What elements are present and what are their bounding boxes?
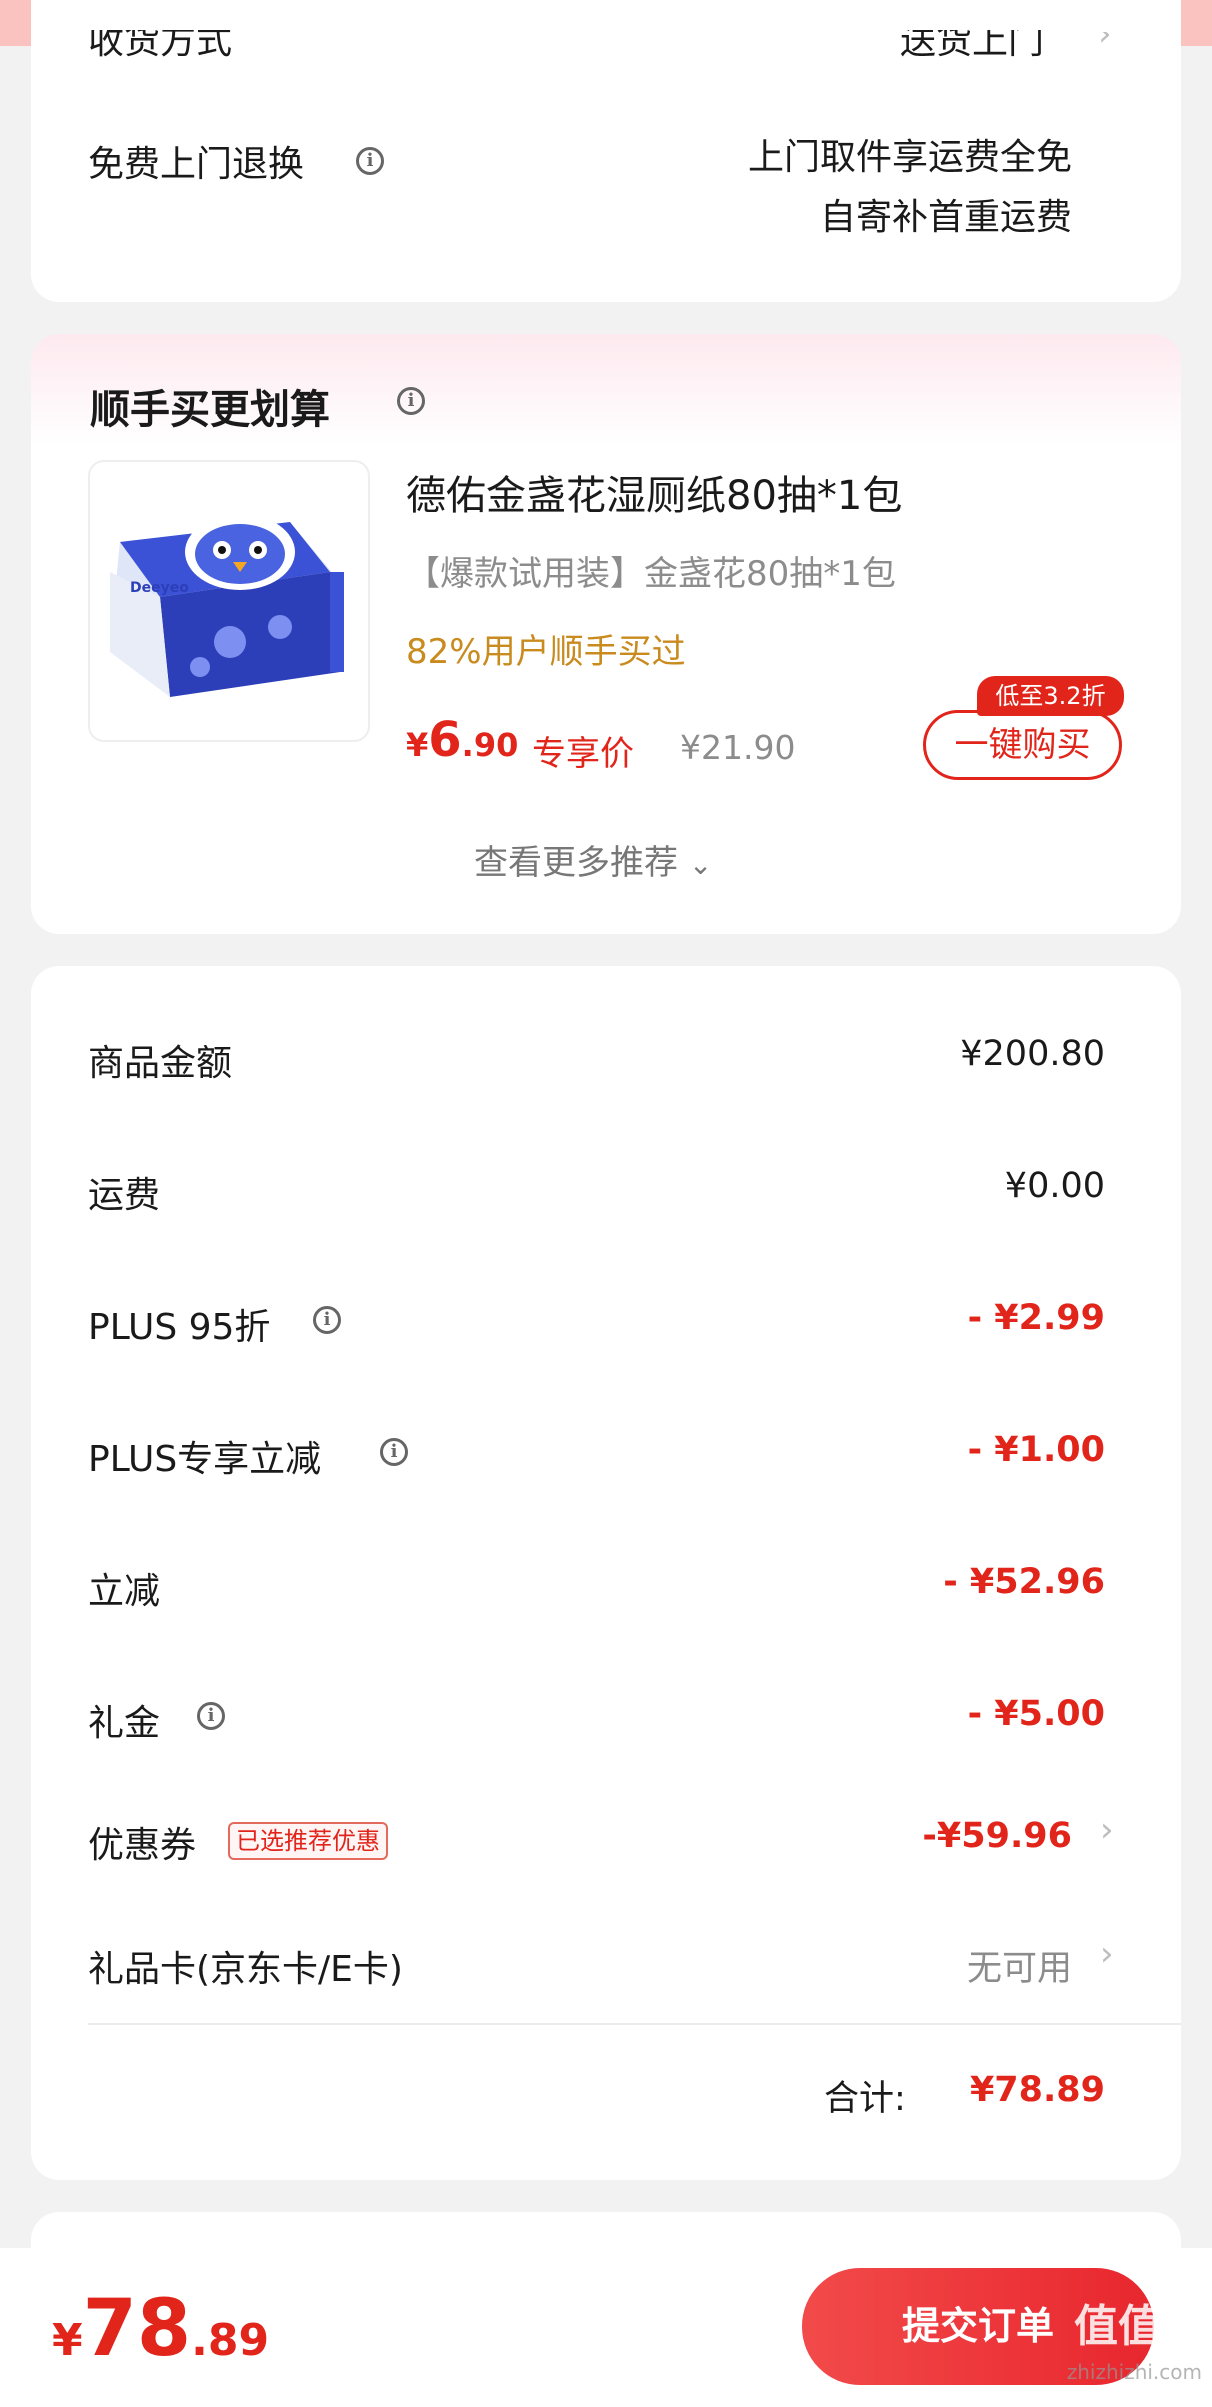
coupon-recommended-badge: 已选推荐优惠 [228,1822,388,1860]
summary-row-label: 商品金额 [88,1043,233,1084]
price-dec: .90 [461,726,519,764]
summary-row-value: - ¥2.99 [967,1298,1105,1338]
exclusive-price-tag: 专享价 [532,734,634,774]
original-price: ¥21.90 [680,728,796,767]
coupon-value[interactable]: -¥59.96 [922,1816,1072,1856]
info-icon[interactable]: i [397,387,425,415]
summary-row-label: 礼金 [88,1703,161,1744]
summary-row-value: ¥0.00 [1004,1166,1105,1206]
package-brand-text: Deeyeo [130,580,189,596]
wet-wipes-package-icon: Deeyeo [110,514,344,697]
gift-card-value[interactable]: 无可用 [967,1940,1072,1991]
summary-row-label: 运费 [88,1175,161,1216]
bottom-price-symbol: ¥ [52,2315,83,2366]
summary-row-value: ¥200.80 [960,1034,1105,1074]
product-name[interactable]: 德佑金盏花湿厕纸80抽*1包 [406,463,902,521]
bottom-price-int: 78 [82,2284,192,2374]
total-value: ¥78.89 [969,2070,1105,2110]
free-return-value-line1: 上门取件享运费全免 [747,137,1072,178]
total-label: 合计: [824,2079,906,2119]
free-return-label: 免费上门退换 [88,144,305,185]
recommend-title: 顺手买更划算 [90,387,330,433]
see-more-recommendations-link[interactable]: 查看更多推荐 ⌄ [474,835,712,884]
one-click-buy-button[interactable]: 一键购买 [923,710,1122,780]
info-icon[interactable]: i [356,147,384,175]
summary-row-label: 立减 [88,1571,161,1612]
product-price: ¥6.90 [406,712,518,768]
summary-row-value: - ¥52.96 [943,1562,1105,1602]
price-int: 6 [428,712,462,768]
info-icon[interactable]: i [197,1702,225,1730]
summary-row-label: PLUS专享立减 [88,1439,322,1480]
see-more-label: 查看更多推荐 [474,843,678,883]
summary-row-label: PLUS 95折 [88,1307,271,1348]
product-spec[interactable]: 【爆款试用装】金盏花80抽*1包 [406,546,896,595]
watermark-text: 值值值 [1074,2301,1206,2352]
price-symbol: ¥ [406,726,429,764]
discount-badge: 低至3.2折 [977,676,1124,716]
chevron-down-icon: ⌄ [688,848,713,881]
social-proof-text: 82%用户顺手买过 [406,632,686,672]
bottom-price-dec: .89 [191,2315,270,2366]
chevron-right-icon: › [1100,1810,1114,1850]
chevron-right-icon: › [1100,1934,1114,1974]
info-icon[interactable]: i [380,1438,408,1466]
info-icon[interactable]: i [313,1306,341,1334]
free-return-value-line2: 自寄补首重运费 [819,197,1072,238]
summary-row-value: - ¥1.00 [967,1430,1105,1470]
bottom-total-price: ¥78.89 [52,2284,269,2374]
watermark-subtext: zhizhizhi.com [1066,2360,1202,2384]
summary-row-value: - ¥5.00 [967,1694,1105,1734]
coupon-label[interactable]: 优惠券 [88,1816,196,1868]
product-image[interactable]: Deeyeo [88,460,370,742]
gift-card-label[interactable]: 礼品卡(京东卡/E卡) [88,1940,403,1992]
summary-divider [88,2023,1181,2025]
